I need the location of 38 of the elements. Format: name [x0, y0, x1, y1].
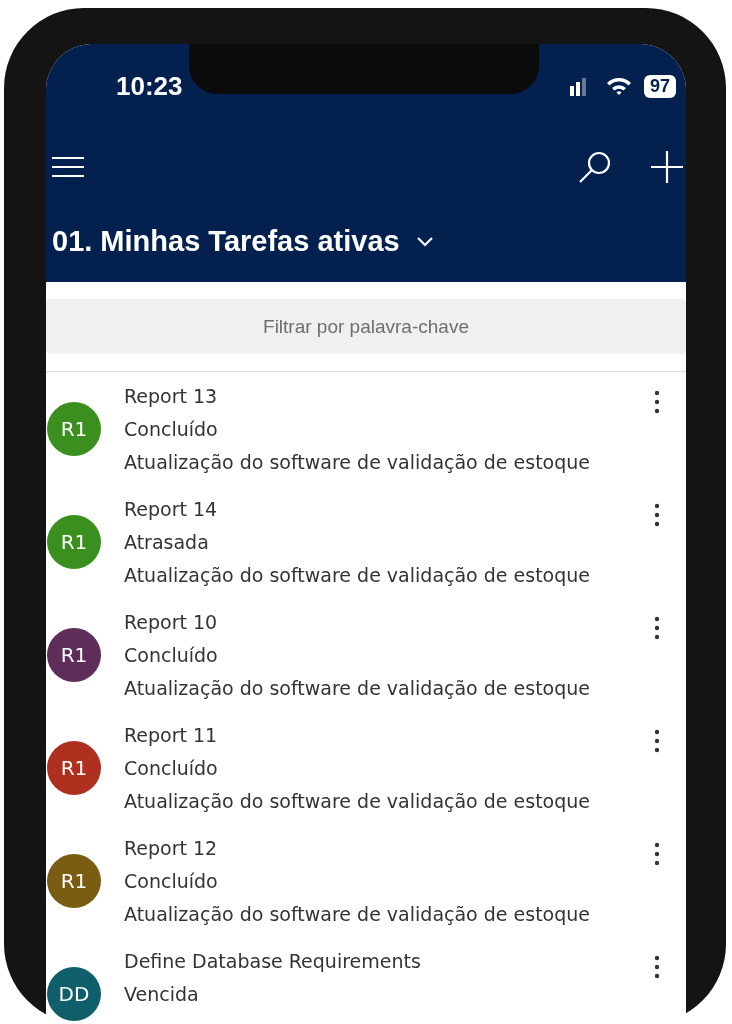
- add-icon[interactable]: [650, 149, 684, 184]
- avatar: R1: [47, 741, 101, 795]
- battery-level: 97: [643, 74, 676, 98]
- avatar: R1: [47, 628, 101, 682]
- task-title: Report 10: [124, 610, 219, 635]
- task-description: Atualização do software de validação de estoque: [124, 789, 592, 814]
- task-description: Atualização do software de validação de estoque: [124, 563, 592, 588]
- task-title: Report 14: [124, 497, 219, 522]
- more-options-icon[interactable]: [654, 616, 660, 640]
- menu-icon[interactable]: [51, 155, 85, 178]
- task-status: Vencida: [124, 982, 200, 1007]
- task-status: Concluído: [124, 643, 219, 668]
- search-icon[interactable]: [578, 149, 612, 184]
- task-description: Atualização do software de validação de estoque: [124, 450, 592, 475]
- task-title: Define Database Requirements: [124, 949, 422, 974]
- task-status: Concluído: [124, 417, 219, 442]
- filter-field[interactable]: Filtrar por palavra-chave: [46, 299, 686, 354]
- more-options-icon[interactable]: [654, 503, 660, 527]
- chevron-down-icon[interactable]: [415, 235, 434, 248]
- wifi-icon: [605, 76, 632, 96]
- status-time: 10:23: [116, 70, 183, 102]
- task-title: Report 11: [124, 723, 219, 748]
- task-status: Atrasada: [124, 530, 210, 555]
- task-description: Atualização do software de validação de estoque: [124, 902, 592, 927]
- task-title: Report 12: [124, 836, 219, 861]
- avatar: R1: [47, 515, 101, 569]
- more-options-icon[interactable]: [654, 955, 660, 979]
- task-title: Report 13: [124, 384, 219, 409]
- task-status: Concluído: [124, 869, 219, 894]
- more-options-icon[interactable]: [654, 390, 660, 414]
- more-options-icon[interactable]: [654, 729, 660, 753]
- avatar: DD: [47, 967, 101, 1021]
- task-status: Concluído: [124, 756, 219, 781]
- view-title[interactable]: 01. Minhas Tarefas ativas: [52, 225, 400, 258]
- task-description: Atualização do software de validação de estoque: [124, 676, 592, 701]
- more-options-icon[interactable]: [654, 842, 660, 866]
- avatar: R1: [47, 402, 101, 456]
- avatar: R1: [47, 854, 101, 908]
